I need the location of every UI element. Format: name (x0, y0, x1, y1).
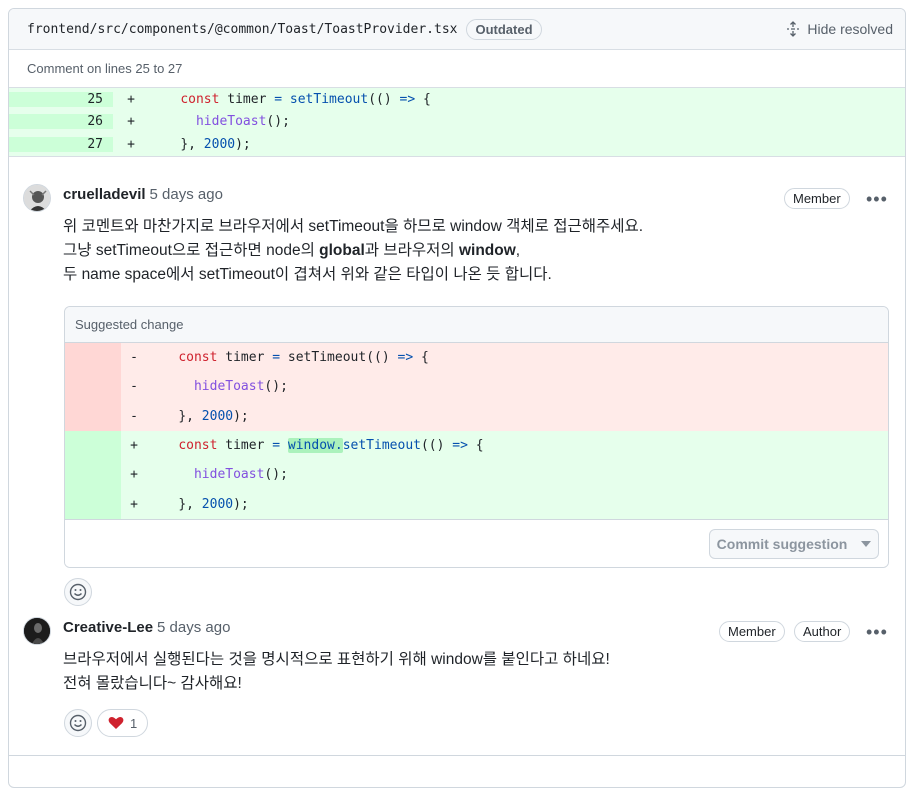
suggestion-added-line: + hideToast(); (65, 460, 888, 490)
review-comment: cruelladevil 5 days ago Member ••• 위 코멘트와… (9, 166, 905, 606)
code-line: }, 2000); (180, 136, 251, 152)
add-reaction-button[interactable] (64, 578, 92, 606)
member-badge: Member (784, 188, 850, 209)
member-badge: Member (719, 621, 785, 642)
suggestion-removed-line: - hideToast(); (65, 372, 888, 402)
heart-reaction-button[interactable]: 1 (97, 709, 149, 737)
divider (9, 755, 905, 756)
comment-line: 전혀 몰랐습니다~ 감사해요! (63, 675, 242, 692)
smiley-icon (69, 714, 87, 732)
comment-lines-label: Comment on lines 25 to 27 (9, 50, 905, 88)
comment-line: 두 name space에서 setTimeout이 겹쳐서 위와 같은 타입이… (63, 266, 552, 283)
hide-resolved-button[interactable]: Hide resolved (785, 21, 893, 37)
triangle-down-icon (861, 541, 872, 547)
review-comment: Creative-Lee 5 days ago Member Author •••… (9, 607, 905, 757)
diff-sign: + (127, 136, 135, 152)
timestamp-link[interactable]: 5 days ago (150, 186, 223, 203)
suggestion-removed-line: - }, 2000); (65, 401, 888, 431)
outdated-badge: Outdated (466, 18, 542, 40)
timestamp-link[interactable]: 5 days ago (157, 619, 230, 636)
comment-header: cruelladevil 5 days ago (63, 186, 223, 204)
suggestion-added-line: + const timer = window.setTimeout(() => … (65, 430, 888, 461)
author-badge: Author (794, 621, 851, 642)
comment-body: 위 코멘트와 마찬가지로 브라우저에서 setTimeout을 하므로 wind… (63, 215, 643, 287)
diff-line: 26 + hideToast(); (9, 110, 905, 133)
avatar[interactable] (23, 617, 51, 645)
file-path-link[interactable]: frontend/src/components/@common/Toast/To… (27, 22, 457, 37)
avatar-image (24, 618, 50, 644)
add-reaction-button[interactable] (64, 709, 92, 737)
heart-icon (108, 717, 124, 729)
kebab-horizontal-icon[interactable]: ••• (866, 190, 888, 208)
kebab-horizontal-icon[interactable]: ••• (866, 623, 888, 641)
hide-resolved-label: Hide resolved (807, 21, 893, 37)
diff-context: 25 + const timer = setTimeout(() => { 26… (9, 88, 905, 157)
diff-line: 27 + }, 2000); (9, 133, 905, 156)
line-number[interactable]: 27 (9, 136, 113, 152)
diff-sign: + (127, 91, 135, 107)
unfold-icon (787, 21, 800, 37)
code-line: const timer = setTimeout(() => { (180, 91, 431, 107)
author-link[interactable]: Creative-Lee (63, 619, 153, 636)
reaction-count: 1 (130, 715, 138, 731)
line-number[interactable]: 26 (9, 114, 113, 130)
code-line: hideToast(); (195, 114, 290, 130)
smiley-icon (69, 583, 87, 601)
file-header: frontend/src/components/@common/Toast/To… (9, 9, 905, 50)
suggestion-added-line: + }, 2000); (65, 489, 888, 519)
line-number[interactable]: 25 (9, 91, 113, 107)
review-thread-card: frontend/src/components/@common/Toast/To… (8, 8, 906, 788)
diff-sign: + (127, 114, 135, 130)
comment-line: 그냥 setTimeout으로 접근하면 node의 global과 브라우저의… (63, 242, 521, 259)
diff-line: 25 + const timer = setTimeout(() => { (9, 88, 905, 111)
commit-suggestion-label: Commit suggestion (716, 536, 848, 552)
avatar[interactable] (23, 184, 51, 212)
author-link[interactable]: cruelladevil (63, 186, 146, 203)
suggestion-footer: Commit suggestion (65, 519, 888, 567)
comment-line: 브라우저에서 실행된다는 것을 명시적으로 표현하기 위해 window를 붙인… (63, 651, 610, 668)
avatar-image (24, 185, 50, 211)
comment-line: 위 코멘트와 마찬가지로 브라우저에서 setTimeout을 하므로 wind… (63, 218, 644, 235)
comment-header: Creative-Lee 5 days ago (63, 619, 230, 637)
commit-suggestion-button[interactable]: Commit suggestion (709, 529, 879, 559)
suggested-change-block: Suggested change - const timer = setTime… (64, 306, 889, 568)
added-highlight: window. (287, 438, 343, 454)
suggestion-removed-line: - const timer = setTimeout(() => { (65, 343, 888, 373)
comment-body: 브라우저에서 실행된다는 것을 명시적으로 표현하기 위해 window를 붙인… (63, 648, 610, 696)
suggested-change-header: Suggested change (65, 307, 888, 343)
